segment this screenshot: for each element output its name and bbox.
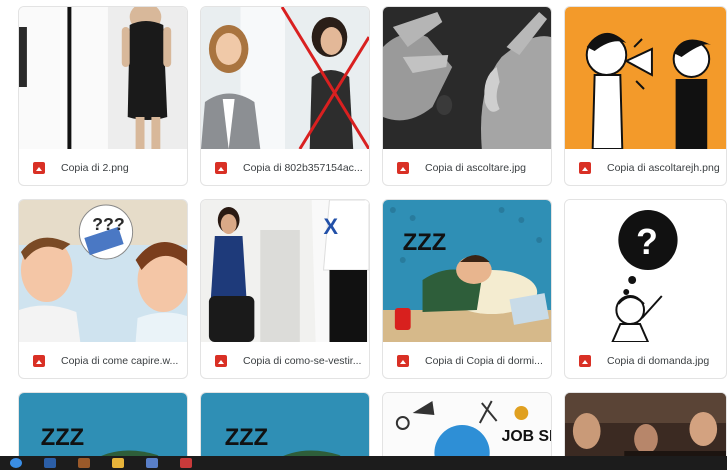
file-name: Copia di como-se-vestir... xyxy=(243,355,362,367)
taskbar xyxy=(0,456,727,470)
file-caption: Copia di 2.png xyxy=(19,149,187,185)
image-file-icon xyxy=(397,355,409,367)
file-caption: Copia di Copia di dormi... xyxy=(383,342,551,378)
file-thumbnail: X xyxy=(201,200,369,342)
app-icon[interactable] xyxy=(78,458,90,468)
file-name: Copia di 802b357154ac... xyxy=(243,162,363,174)
file-tile[interactable]: JOB SEAR xyxy=(382,392,552,462)
question-badge-text: ??? xyxy=(92,214,125,234)
file-name: Copia di Copia di dormi... xyxy=(425,355,543,367)
job-search-text: JOB SEAR xyxy=(502,428,551,445)
file-caption: Copia di ascoltare.jpg xyxy=(383,149,551,185)
image-file-icon xyxy=(33,162,45,174)
file-tile[interactable]: Copia di ascoltare.jpg xyxy=(382,6,552,186)
image-file-icon xyxy=(397,162,409,174)
file-thumbnail: ? xyxy=(565,200,726,342)
image-file-icon xyxy=(215,162,227,174)
file-name: Copia di domanda.jpg xyxy=(607,355,710,367)
file-thumbnail: ZZZ xyxy=(19,393,187,461)
image-file-icon xyxy=(33,355,45,367)
file-thumbnail xyxy=(19,7,187,149)
file-thumbnail: ZZZ xyxy=(383,200,551,342)
file-caption: Copia di como-se-vestir... xyxy=(201,342,369,378)
app-icon[interactable] xyxy=(180,458,192,468)
image-file-icon xyxy=(215,355,227,367)
file-thumbnail: ZZZ xyxy=(201,393,369,461)
folder-icon[interactable] xyxy=(112,458,124,468)
file-name: Copia di ascoltare.jpg xyxy=(425,162,526,174)
file-caption: Copia di come capire.w... xyxy=(19,342,187,378)
file-caption: Copia di 802b357154ac... xyxy=(201,149,369,185)
x-mark-text: X xyxy=(324,214,339,239)
app-icon[interactable] xyxy=(44,458,56,468)
file-tile[interactable]: Copia di 2.png xyxy=(18,6,188,186)
zzz-text: ZZZ xyxy=(403,229,446,256)
app-icon[interactable] xyxy=(146,458,158,468)
windows-icon[interactable] xyxy=(10,458,22,468)
file-tile[interactable]: Copia di ascoltarejh.png xyxy=(564,6,727,186)
file-caption: Copia di domanda.jpg xyxy=(565,342,726,378)
file-tile[interactable]: Copia di 802b357154ac... xyxy=(200,6,370,186)
file-tile[interactable]: ZZZ xyxy=(200,392,370,462)
file-tile[interactable]: ??? Copia di come capire.w... xyxy=(18,199,188,379)
zzz-text: ZZZ xyxy=(41,424,84,451)
file-name: Copia di 2.png xyxy=(61,162,129,174)
file-thumbnail xyxy=(565,393,726,461)
file-thumbnail: ??? xyxy=(19,200,187,342)
file-tile[interactable]: ZZZ Copia di Copia di dormi... xyxy=(382,199,552,379)
file-caption: Copia di ascoltarejh.png xyxy=(565,149,726,185)
file-tile[interactable]: ZZZ xyxy=(18,392,188,462)
file-name: Copia di come capire.w... xyxy=(61,355,179,367)
file-grid: Copia di 2.png Copia di 802b357154ac... xyxy=(0,0,727,470)
question-text: ? xyxy=(636,222,658,262)
file-tile[interactable]: X Copia di como-se-vestir... xyxy=(200,199,370,379)
image-file-icon xyxy=(579,355,591,367)
zzz-text: ZZZ xyxy=(225,424,268,451)
file-tile[interactable] xyxy=(564,392,727,462)
file-name: Copia di ascoltarejh.png xyxy=(607,162,720,174)
file-tile[interactable]: ? Copia di domanda.jpg xyxy=(564,199,727,379)
file-thumbnail xyxy=(565,7,726,149)
file-thumbnail: JOB SEAR xyxy=(383,393,551,461)
file-thumbnail xyxy=(383,7,551,149)
image-file-icon xyxy=(579,162,591,174)
file-thumbnail xyxy=(201,7,369,149)
